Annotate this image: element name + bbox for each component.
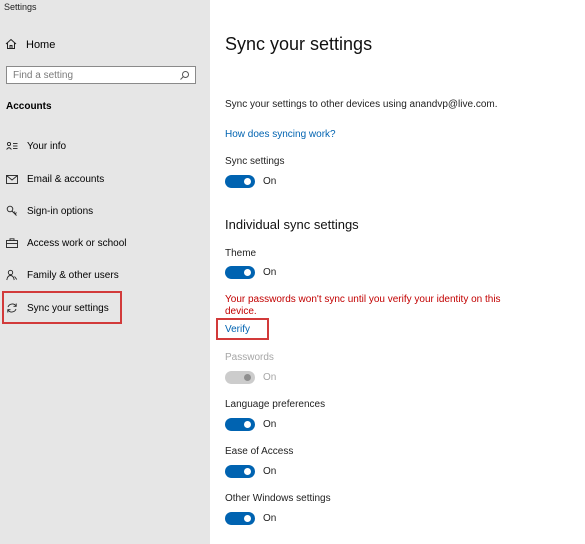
toggle-switch[interactable] bbox=[225, 175, 255, 188]
toggle-switch[interactable] bbox=[225, 266, 255, 279]
search-box[interactable] bbox=[6, 66, 196, 84]
sidebar-item-label: Access work or school bbox=[27, 237, 127, 249]
passwords-toggle: On bbox=[225, 371, 276, 384]
page-title: Sync your settings bbox=[225, 34, 373, 54]
verify-highlight-box bbox=[216, 318, 269, 340]
sidebar-item-sign-in-options[interactable]: Sign-in options bbox=[5, 203, 93, 219]
password-warning: Your passwords won't sync until you veri… bbox=[225, 294, 501, 317]
sidebar-item-family-other-users[interactable]: Family & other users bbox=[5, 267, 119, 283]
other-windows-settings-toggle[interactable]: On bbox=[225, 512, 276, 525]
sidebar-item-email-accounts[interactable]: Email & accounts bbox=[5, 171, 104, 187]
search-icon[interactable] bbox=[177, 68, 191, 82]
passwords-label: Passwords bbox=[225, 352, 274, 363]
home-button[interactable]: Home bbox=[5, 37, 55, 53]
window-title: Settings bbox=[4, 2, 37, 12]
toggle-state: On bbox=[263, 372, 277, 383]
theme-toggle[interactable]: On bbox=[225, 266, 276, 279]
how-syncing-works-link[interactable]: How does syncing work? bbox=[225, 129, 336, 140]
toggle-switch[interactable] bbox=[225, 465, 255, 478]
sidebar-item-label: Your info bbox=[27, 140, 67, 152]
other-windows-settings-label: Other Windows settings bbox=[225, 493, 331, 504]
selection-highlight-box bbox=[2, 291, 122, 324]
home-icon bbox=[5, 38, 17, 53]
toggle-state: On bbox=[263, 513, 277, 524]
toggle-state: On bbox=[263, 176, 277, 187]
sync-settings-toggle[interactable]: On bbox=[225, 175, 276, 188]
search-input[interactable] bbox=[7, 69, 177, 81]
toggle-switch[interactable] bbox=[225, 418, 255, 431]
people-icon bbox=[5, 268, 19, 282]
language-preferences-toggle[interactable]: On bbox=[225, 418, 276, 431]
language-preferences-label: Language preferences bbox=[225, 399, 326, 410]
sidebar-item-label: Family & other users bbox=[27, 269, 119, 281]
ease-of-access-toggle[interactable]: On bbox=[225, 465, 276, 478]
sidebar-item-label: Email & accounts bbox=[27, 173, 105, 185]
toggle-state: On bbox=[263, 267, 277, 278]
person-card-icon bbox=[5, 139, 19, 153]
main-content: Sync your settings Sync your settings to… bbox=[210, 0, 585, 544]
ease-of-access-label: Ease of Access bbox=[225, 446, 294, 457]
theme-label: Theme bbox=[225, 248, 257, 259]
sidebar-item-your-info[interactable]: Your info bbox=[5, 138, 66, 154]
sidebar-item-label: Sign-in options bbox=[27, 205, 94, 217]
key-icon bbox=[5, 204, 19, 218]
toggle-state: On bbox=[263, 419, 277, 430]
sync-settings-label: Sync settings bbox=[225, 156, 285, 167]
sidebar: Settings Home Accounts Your info Email &… bbox=[0, 0, 210, 544]
section-heading-accounts: Accounts bbox=[6, 101, 52, 112]
mail-icon bbox=[5, 172, 19, 186]
briefcase-icon bbox=[5, 236, 19, 250]
toggle-switch bbox=[225, 371, 255, 384]
sync-description: Sync your settings to other devices usin… bbox=[225, 99, 498, 110]
toggle-state: On bbox=[263, 466, 277, 477]
individual-sync-heading: Individual sync settings bbox=[225, 217, 359, 232]
toggle-switch[interactable] bbox=[225, 512, 255, 525]
home-label: Home bbox=[26, 39, 56, 51]
sidebar-item-access-work-school[interactable]: Access work or school bbox=[5, 235, 126, 251]
